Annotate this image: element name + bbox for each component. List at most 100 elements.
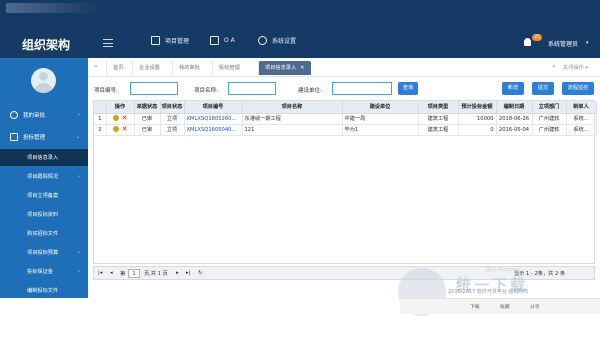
tab-label: 项目信息录入: [265, 65, 297, 71]
delete-icon[interactable]: ✕: [122, 115, 128, 122]
query-button[interactable]: 查询: [398, 82, 418, 95]
first-page-icon[interactable]: |◂: [98, 270, 102, 276]
project-name-cell: 东港城一期工程: [242, 113, 343, 125]
sidebar-subitem-label: 项目信息录入: [27, 155, 59, 161]
flag-icon: [10, 133, 18, 141]
table-row[interactable]: 2 ✕ 已审 立项 XMLXSQ1605040... 121 毕为1 建筑工程 …: [94, 124, 597, 136]
project-no-label: 项目编号:: [94, 88, 118, 94]
app-title: 组织架构: [22, 38, 71, 52]
nav-label: O A: [224, 37, 235, 44]
row-actions: ✕: [106, 124, 135, 136]
sidebar-subitem-tracking[interactable]: 项目跟踪情况 ›: [0, 168, 88, 185]
sidebar-item-bid-management[interactable]: 投标管理 ⌄: [0, 128, 88, 146]
sidebar-subitem-buy-tender[interactable]: 购买招标文件: [0, 225, 88, 242]
column-header[interactable]: 单据状态: [134, 101, 161, 114]
sidebar-item-label: 我的审批: [23, 113, 46, 119]
column-header[interactable]: 立项部门: [532, 101, 567, 114]
user-menu[interactable]: 系统管理员: [548, 39, 578, 48]
chevron-right-icon: ›: [78, 112, 80, 118]
nav-project-management[interactable]: 项目管理: [151, 36, 189, 45]
tab-project-entry[interactable]: 项目信息录入 ✕: [258, 61, 311, 75]
column-header[interactable]: 项目编号: [184, 101, 243, 114]
bell-icon[interactable]: [524, 38, 531, 46]
prev-page-icon[interactable]: ◂: [110, 270, 113, 276]
sidebar-subitem-budget[interactable]: 项目投标预算 ›: [0, 244, 88, 261]
department-cell: 广州建软: [532, 124, 567, 136]
column-header[interactable]: 建设单位: [342, 101, 419, 114]
top-bar-highlight: [6, 3, 96, 13]
nav-label: 系统设置: [272, 38, 297, 45]
doc-status-cell: 已审: [134, 113, 161, 125]
build-unit-label: 建设单位:: [298, 88, 322, 94]
row-number: 1: [94, 113, 107, 125]
chevron-down-icon[interactable]: ▾: [586, 40, 589, 46]
project-no-link[interactable]: XMLXSQ1805260...: [184, 113, 243, 125]
sidebar-subitem-label: 项目立项备案: [27, 193, 59, 199]
creator-cell: 系统...: [566, 113, 597, 125]
date-cell: 2018-06-26: [496, 113, 533, 125]
nav-oa[interactable]: O A: [210, 36, 235, 45]
sidebar-subitem-label: 项目投标预算: [27, 250, 59, 256]
tab-enterprise-settings[interactable]: 企业设置: [132, 61, 166, 75]
creator-cell: 系统...: [566, 124, 597, 136]
nav-label: 项目管理: [165, 38, 190, 45]
page-number-input[interactable]: 1: [128, 269, 140, 278]
submit-button[interactable]: 提交: [532, 82, 554, 95]
sidebar-item-label: 投标管理: [23, 135, 46, 141]
build-unit-cell: 中建一局: [342, 113, 419, 125]
menu-toggle-icon[interactable]: [103, 39, 113, 47]
table-header-row: 操作 单据状态 项目状态 项目编号 项目名称 建设单位 项目类型 预计投标金额 …: [94, 101, 597, 114]
bid-amount-cell: 10000: [458, 113, 497, 125]
column-header[interactable]: 项目状态: [160, 101, 185, 114]
project-name-input[interactable]: [228, 82, 276, 95]
bid-amount-cell: 0: [458, 124, 497, 136]
share-link[interactable]: 分享: [530, 303, 540, 310]
chevron-right-icon: ›: [78, 268, 80, 275]
double-chevron-left-icon[interactable]: «: [94, 63, 98, 70]
watermark-sub: 激活 Windows: [486, 267, 520, 273]
favorite-link[interactable]: 收藏: [500, 303, 510, 310]
project-no-link[interactable]: XMLXSQ1605040...: [184, 124, 243, 136]
sidebar-subitem-compile[interactable]: 编制投标文件: [0, 282, 88, 299]
column-header[interactable]: 制单人: [566, 101, 597, 114]
project-no-input[interactable]: [130, 82, 178, 95]
delete-icon[interactable]: ✕: [122, 126, 128, 133]
project-type-cell: 建筑工程: [418, 113, 459, 125]
tab-close-operations[interactable]: 关闭操作 ▾: [563, 64, 588, 71]
sidebar-subitem-label: 项目跟踪情况: [27, 174, 59, 180]
table-row[interactable]: 1 ✕ 已审 立项 XMLXSQ1805260... 东港城一期工程 中建一局 …: [94, 113, 597, 125]
project-type-cell: 建筑工程: [418, 124, 459, 136]
chevron-right-icon: ›: [78, 249, 80, 256]
column-header[interactable]: 项目名称: [242, 101, 343, 114]
tab-my-approval[interactable]: 我的审批: [172, 61, 206, 75]
avatar: [31, 68, 56, 93]
close-icon[interactable]: ✕: [300, 65, 304, 71]
sidebar-subitem-project-entry[interactable]: 项目信息录入: [0, 149, 88, 166]
project-status-cell: 立项: [160, 113, 185, 125]
download-link[interactable]: 下载: [470, 303, 480, 310]
next-page-icon[interactable]: ▸: [176, 270, 179, 276]
last-page-icon[interactable]: ▸|: [186, 270, 190, 276]
sidebar-subitem-label: 购买招标文件: [27, 231, 59, 237]
sidebar-subitem-deposit[interactable]: 投标保证金 ›: [0, 263, 88, 280]
workflow-monitor-button[interactable]: 流程监控: [562, 82, 594, 95]
column-header[interactable]: 预计投标金额: [458, 101, 497, 114]
column-header[interactable]: 项目类型: [418, 101, 459, 114]
sidebar: 我的审批 › 投标管理 ⌄ 项目信息录入 项目跟踪情况 › 项目立项备案 项目投…: [0, 58, 88, 298]
nav-system-settings[interactable]: 系统设置: [258, 36, 296, 45]
refresh-icon[interactable]: ↻: [198, 270, 202, 276]
tab-home[interactable]: 首页: [106, 61, 129, 75]
tab-bid-management[interactable]: 投标管理: [212, 61, 246, 75]
edit-icon[interactable]: [112, 126, 119, 133]
double-chevron-right-icon[interactable]: »: [552, 63, 556, 70]
sidebar-subitem-bid-docs[interactable]: 项目投标资料: [0, 206, 88, 223]
build-unit-input[interactable]: [332, 82, 392, 95]
add-button[interactable]: 新增: [502, 82, 524, 95]
column-header[interactable]: 编制日期: [496, 101, 533, 114]
edit-icon[interactable]: [112, 115, 119, 122]
build-unit-cell: 毕为1: [342, 124, 419, 136]
tab-bar: « 首页 企业设置 我的审批 投标管理 项目信息录入 ✕ » 关闭操作 ▾: [88, 58, 600, 77]
tab-close-label: 关闭操作: [563, 65, 584, 71]
sidebar-subitem-filing[interactable]: 项目立项备案: [0, 187, 88, 204]
sidebar-item-my-approval[interactable]: 我的审批 ›: [0, 106, 88, 124]
